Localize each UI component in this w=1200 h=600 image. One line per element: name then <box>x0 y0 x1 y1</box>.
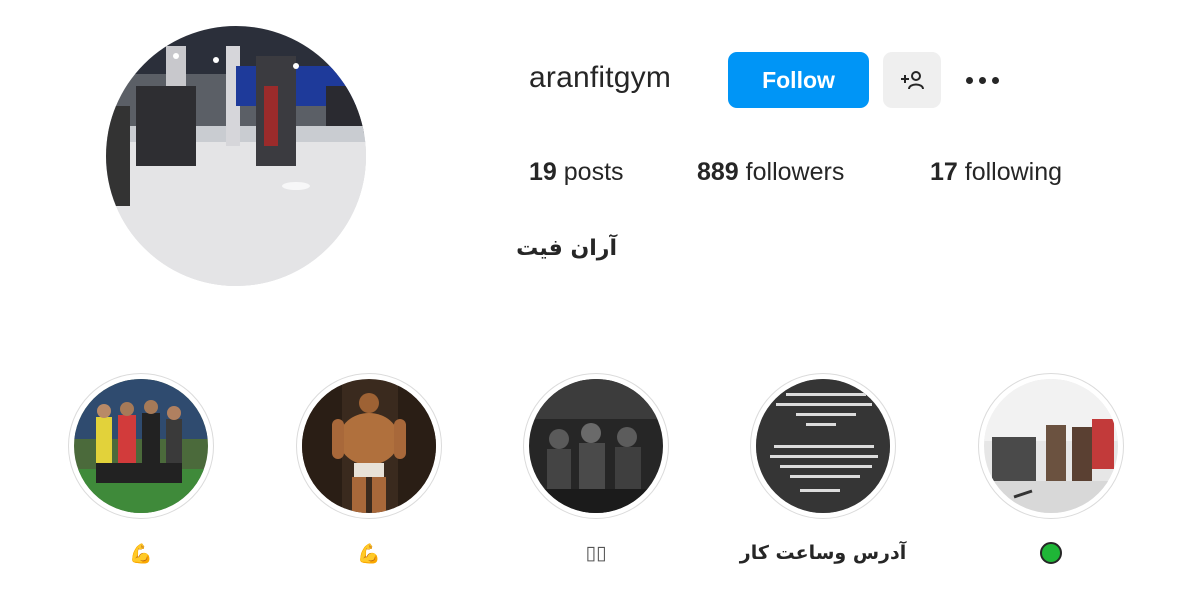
story-highlight[interactable] <box>978 373 1124 567</box>
profile-avatar[interactable] <box>106 26 366 286</box>
followers-link[interactable]: 889 followers <box>697 158 844 187</box>
highlight-label: 💪 <box>129 542 153 565</box>
following-label: following <box>964 158 1063 186</box>
gym-members-dark-photo <box>529 379 663 513</box>
highlight-label: آدرس وساعت کار <box>739 542 907 564</box>
profile-username: aranfitgym <box>529 61 672 94</box>
highlight-label: ▯▯ <box>585 542 607 564</box>
highlight-label: 💪 <box>357 542 381 565</box>
suggested-accounts-button[interactable] <box>883 52 941 108</box>
posts-count: 19 posts <box>529 158 624 187</box>
posts-number: 19 <box>529 158 557 186</box>
story-highlight[interactable]: آدرس وساعت کار <box>739 373 907 567</box>
ellipsis-icon <box>978 76 986 84</box>
ellipsis-icon <box>965 76 973 84</box>
ellipsis-icon <box>991 76 999 84</box>
story-highlight[interactable]: ▯▯ <box>523 373 669 567</box>
highlight-label <box>978 539 1124 567</box>
group-of-athletes-photo <box>74 379 208 513</box>
following-link[interactable]: 17 following <box>930 158 1062 187</box>
posts-label: posts <box>563 158 624 186</box>
bodybuilder-posing-photo <box>302 379 436 513</box>
green-dot-icon <box>1040 542 1062 564</box>
follow-button[interactable]: Follow <box>728 52 869 108</box>
followers-label: followers <box>745 158 845 186</box>
gym-interior-photo <box>984 379 1118 513</box>
gym-floor-photo <box>106 26 366 286</box>
profile-full-name: آران فیت <box>516 236 617 261</box>
address-text-photo <box>756 379 890 513</box>
add-person-icon <box>901 71 924 90</box>
story-highlight[interactable]: 💪 <box>68 373 214 567</box>
story-highlight[interactable]: 💪 <box>296 373 442 567</box>
following-number: 17 <box>930 158 958 186</box>
followers-number: 889 <box>697 158 739 186</box>
more-options-button[interactable] <box>958 62 1006 98</box>
